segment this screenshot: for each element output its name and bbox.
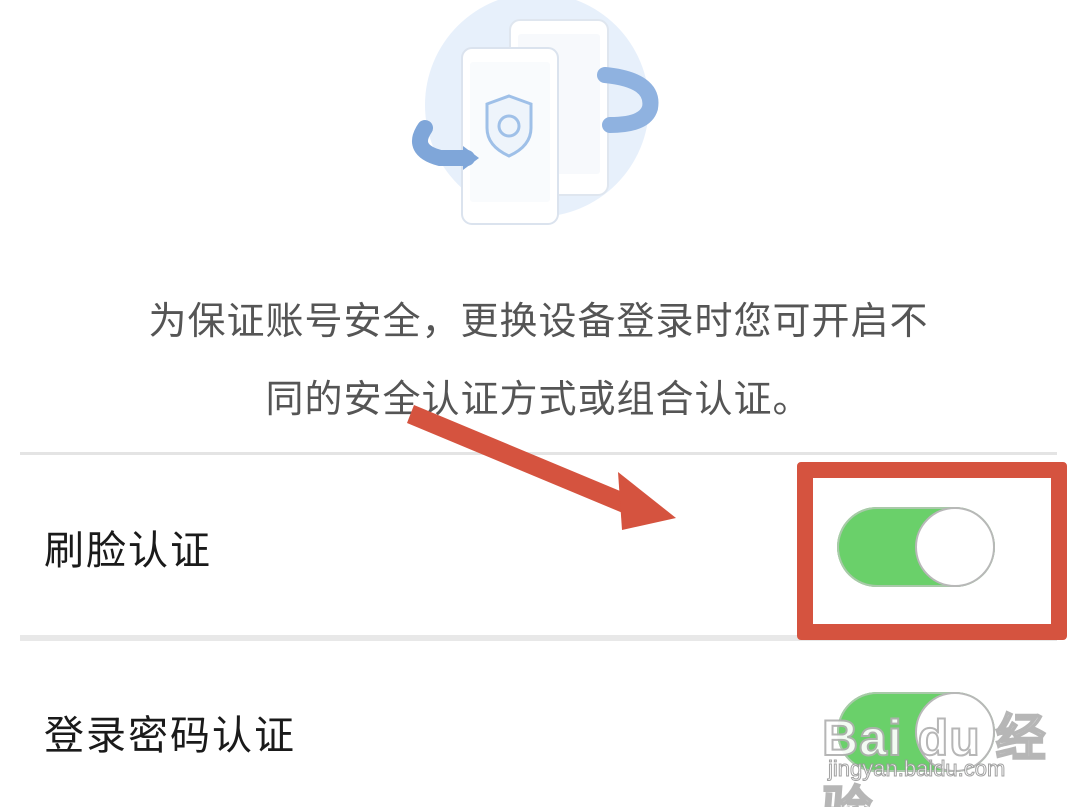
divider bbox=[20, 452, 1057, 455]
description-line-1: 为保证账号安全，更换设备登录时您可开启不 bbox=[148, 299, 929, 343]
device-switch-illustration bbox=[405, 0, 665, 240]
device-switch-shield-icon bbox=[412, 0, 659, 225]
security-description: 为保证账号安全，更换设备登录时您可开启不 同的安全认证方式或组合认证。 bbox=[0, 282, 1077, 438]
security-settings-page: 为保证账号安全，更换设备登录时您可开启不 同的安全认证方式或组合认证。 刷脸认证… bbox=[0, 0, 1077, 807]
password-auth-label: 登录密码认证 bbox=[44, 713, 296, 759]
toggle-knob bbox=[915, 507, 995, 587]
face-auth-toggle[interactable] bbox=[837, 507, 995, 587]
divider bbox=[20, 635, 1057, 641]
face-auth-label: 刷脸认证 bbox=[44, 528, 212, 574]
password-auth-toggle[interactable] bbox=[837, 692, 995, 772]
toggle-knob bbox=[915, 692, 995, 772]
description-line-2: 同的安全认证方式或组合认证。 bbox=[265, 377, 812, 421]
